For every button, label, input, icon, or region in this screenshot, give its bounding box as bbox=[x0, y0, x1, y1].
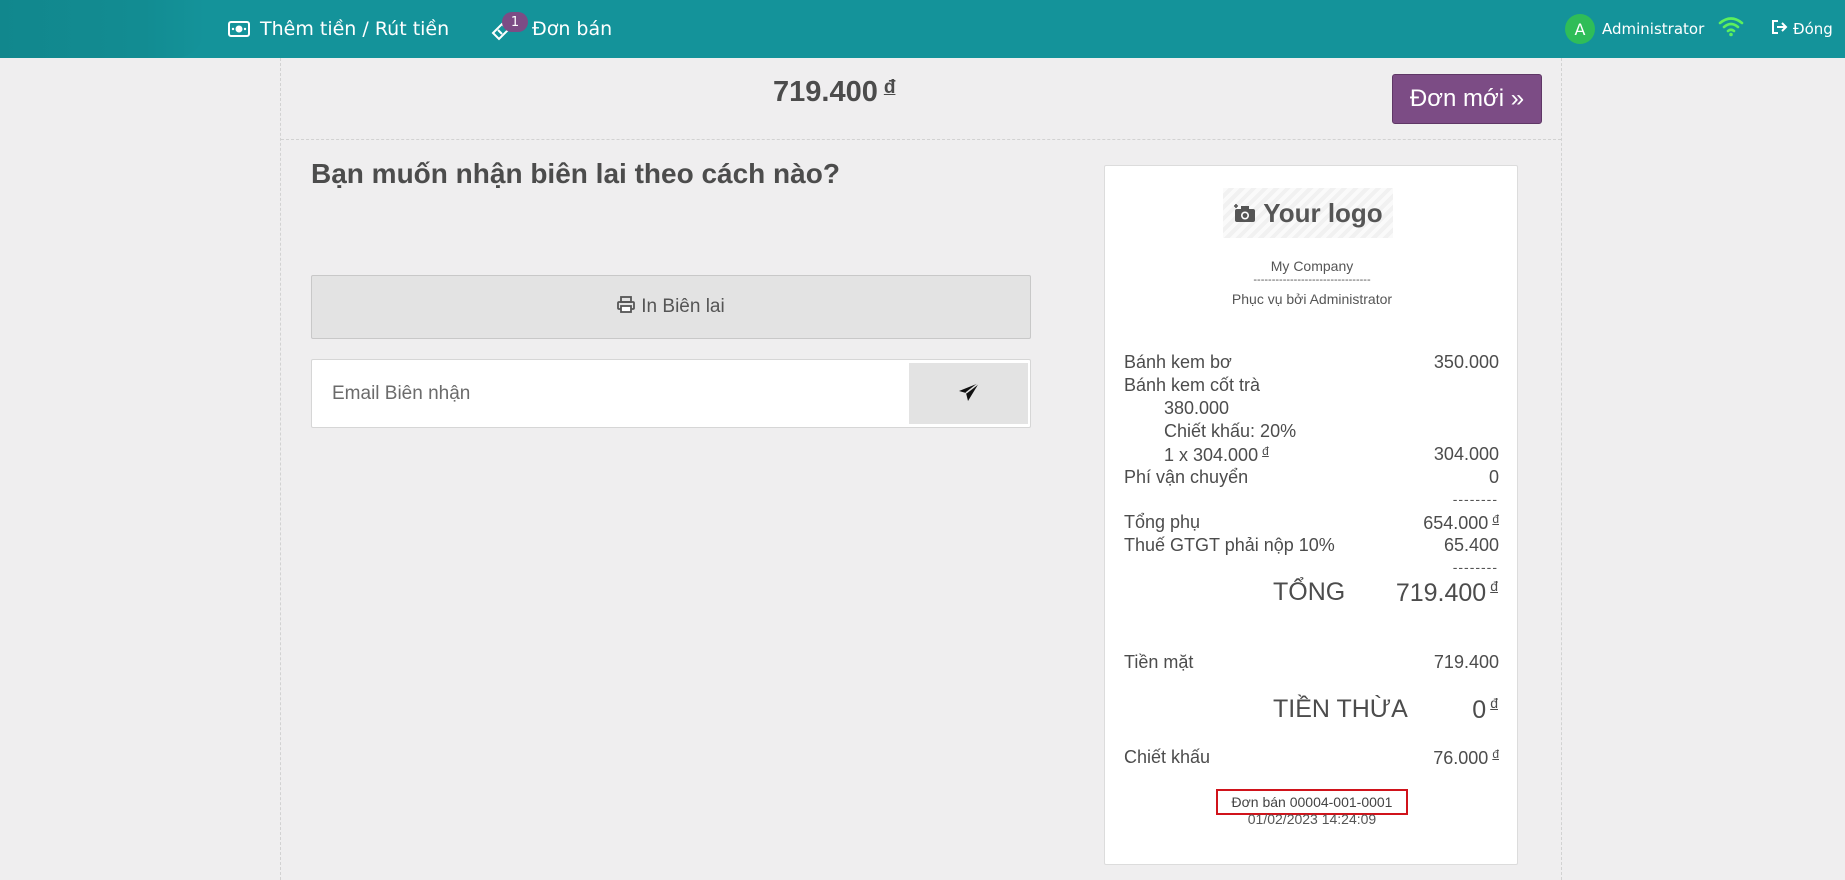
logo-text: Your logo bbox=[1263, 197, 1383, 228]
line-name: Bánh kem bơ bbox=[1124, 352, 1232, 372]
line-price: 0 bbox=[1488, 467, 1499, 487]
total-amount: 719.400 đ bbox=[773, 76, 895, 109]
wifi-icon bbox=[1718, 15, 1744, 41]
sign-out-icon bbox=[1771, 19, 1793, 39]
change-label: TIỀN THỪA bbox=[1273, 695, 1408, 723]
orders-button[interactable]: 1 Đơn bán bbox=[490, 0, 612, 58]
total-separator: -------- bbox=[1452, 559, 1498, 575]
currency-symbol: đ bbox=[883, 77, 896, 98]
discount-label: Chiết khấu bbox=[1124, 747, 1211, 767]
tax-label: Thuế GTGT phải nộp 10% bbox=[1124, 535, 1335, 555]
change-value: 0 bbox=[1472, 696, 1487, 724]
line-discount: Chiết khấu: 20% bbox=[1164, 421, 1297, 441]
line-unit-price: 380.000 bbox=[1164, 398, 1230, 418]
cash-in-out-label: Thêm tiền / Rút tiền bbox=[260, 18, 450, 40]
currency-symbol: đ bbox=[1492, 747, 1499, 761]
user-name: Administrator bbox=[1602, 20, 1705, 38]
email-receipt-group bbox=[311, 359, 1031, 428]
discount-value: 76.000 bbox=[1433, 748, 1489, 768]
subtotal-value: 654.000 bbox=[1423, 513, 1489, 533]
total-value: 719.400 bbox=[1395, 579, 1487, 607]
currency-symbol: đ bbox=[1492, 512, 1499, 526]
cash-value: 719.400 bbox=[1433, 652, 1499, 672]
subtotal-label: Tổng phụ bbox=[1124, 512, 1201, 532]
brand-area bbox=[0, 0, 205, 58]
currency-symbol: đ bbox=[1490, 695, 1498, 711]
company-name: My Company bbox=[1270, 258, 1354, 274]
header-separator: -------------------------------- bbox=[1253, 274, 1371, 286]
paper-plane-icon bbox=[958, 381, 980, 406]
receipt-preview: Your logo My Company -------------------… bbox=[1104, 165, 1518, 865]
money-icon bbox=[228, 21, 250, 37]
receipt-question: Bạn muốn nhận biên lai theo cách nào? bbox=[311, 158, 840, 189]
email-receipt-input[interactable] bbox=[312, 360, 908, 427]
currency-symbol: đ bbox=[1490, 578, 1498, 594]
line-name: Bánh kem cốt trà bbox=[1124, 375, 1261, 395]
line-name: Phí vận chuyển bbox=[1124, 467, 1249, 487]
change-row-value: 0đ bbox=[1472, 695, 1498, 725]
total-amount-value: 719.400 bbox=[773, 76, 878, 108]
subtotal-separator: -------- bbox=[1452, 491, 1498, 507]
send-email-button[interactable] bbox=[909, 363, 1028, 424]
camera-plus-icon bbox=[1234, 204, 1256, 222]
receipt-screen-header: 719.400 đ Đơn mới » bbox=[281, 58, 1561, 140]
new-order-button[interactable]: Đơn mới » bbox=[1392, 74, 1542, 124]
total-row-value: 719.400 đ bbox=[1396, 578, 1498, 608]
close-session-label: Đóng bbox=[1793, 20, 1833, 38]
served-by: Phục vụ bởi Administrator bbox=[1231, 291, 1393, 307]
total-label: TỔNG bbox=[1273, 578, 1346, 606]
currency-symbol: đ bbox=[1262, 444, 1269, 458]
company-logo: Your logo bbox=[1223, 188, 1393, 238]
tax-value: 65.400 bbox=[1443, 535, 1499, 555]
order-datetime: 01/02/2023 14:24:09 bbox=[1247, 811, 1377, 827]
print-icon bbox=[617, 295, 641, 319]
print-receipt-button[interactable]: In Biên lai bbox=[311, 275, 1031, 339]
print-receipt-label: In Biên lai bbox=[641, 296, 725, 317]
line-price: 350.000 bbox=[1433, 352, 1499, 372]
close-session-button[interactable]: Đóng bbox=[1771, 0, 1833, 58]
avatar: A bbox=[1565, 14, 1595, 44]
user-menu[interactable]: A Administrator bbox=[1565, 0, 1704, 58]
line-qty: 1 x 304.000 bbox=[1164, 445, 1259, 465]
orders-label: Đơn bán bbox=[532, 18, 613, 40]
cash-in-out-button[interactable]: Thêm tiền / Rút tiền bbox=[228, 0, 449, 58]
top-bar: Thêm tiền / Rút tiền 1 Đơn bán A Adminis… bbox=[0, 0, 1845, 58]
cash-label: Tiền mặt bbox=[1124, 652, 1194, 672]
line-price: 304.000 bbox=[1433, 444, 1499, 464]
orders-count-badge: 1 bbox=[502, 12, 528, 32]
